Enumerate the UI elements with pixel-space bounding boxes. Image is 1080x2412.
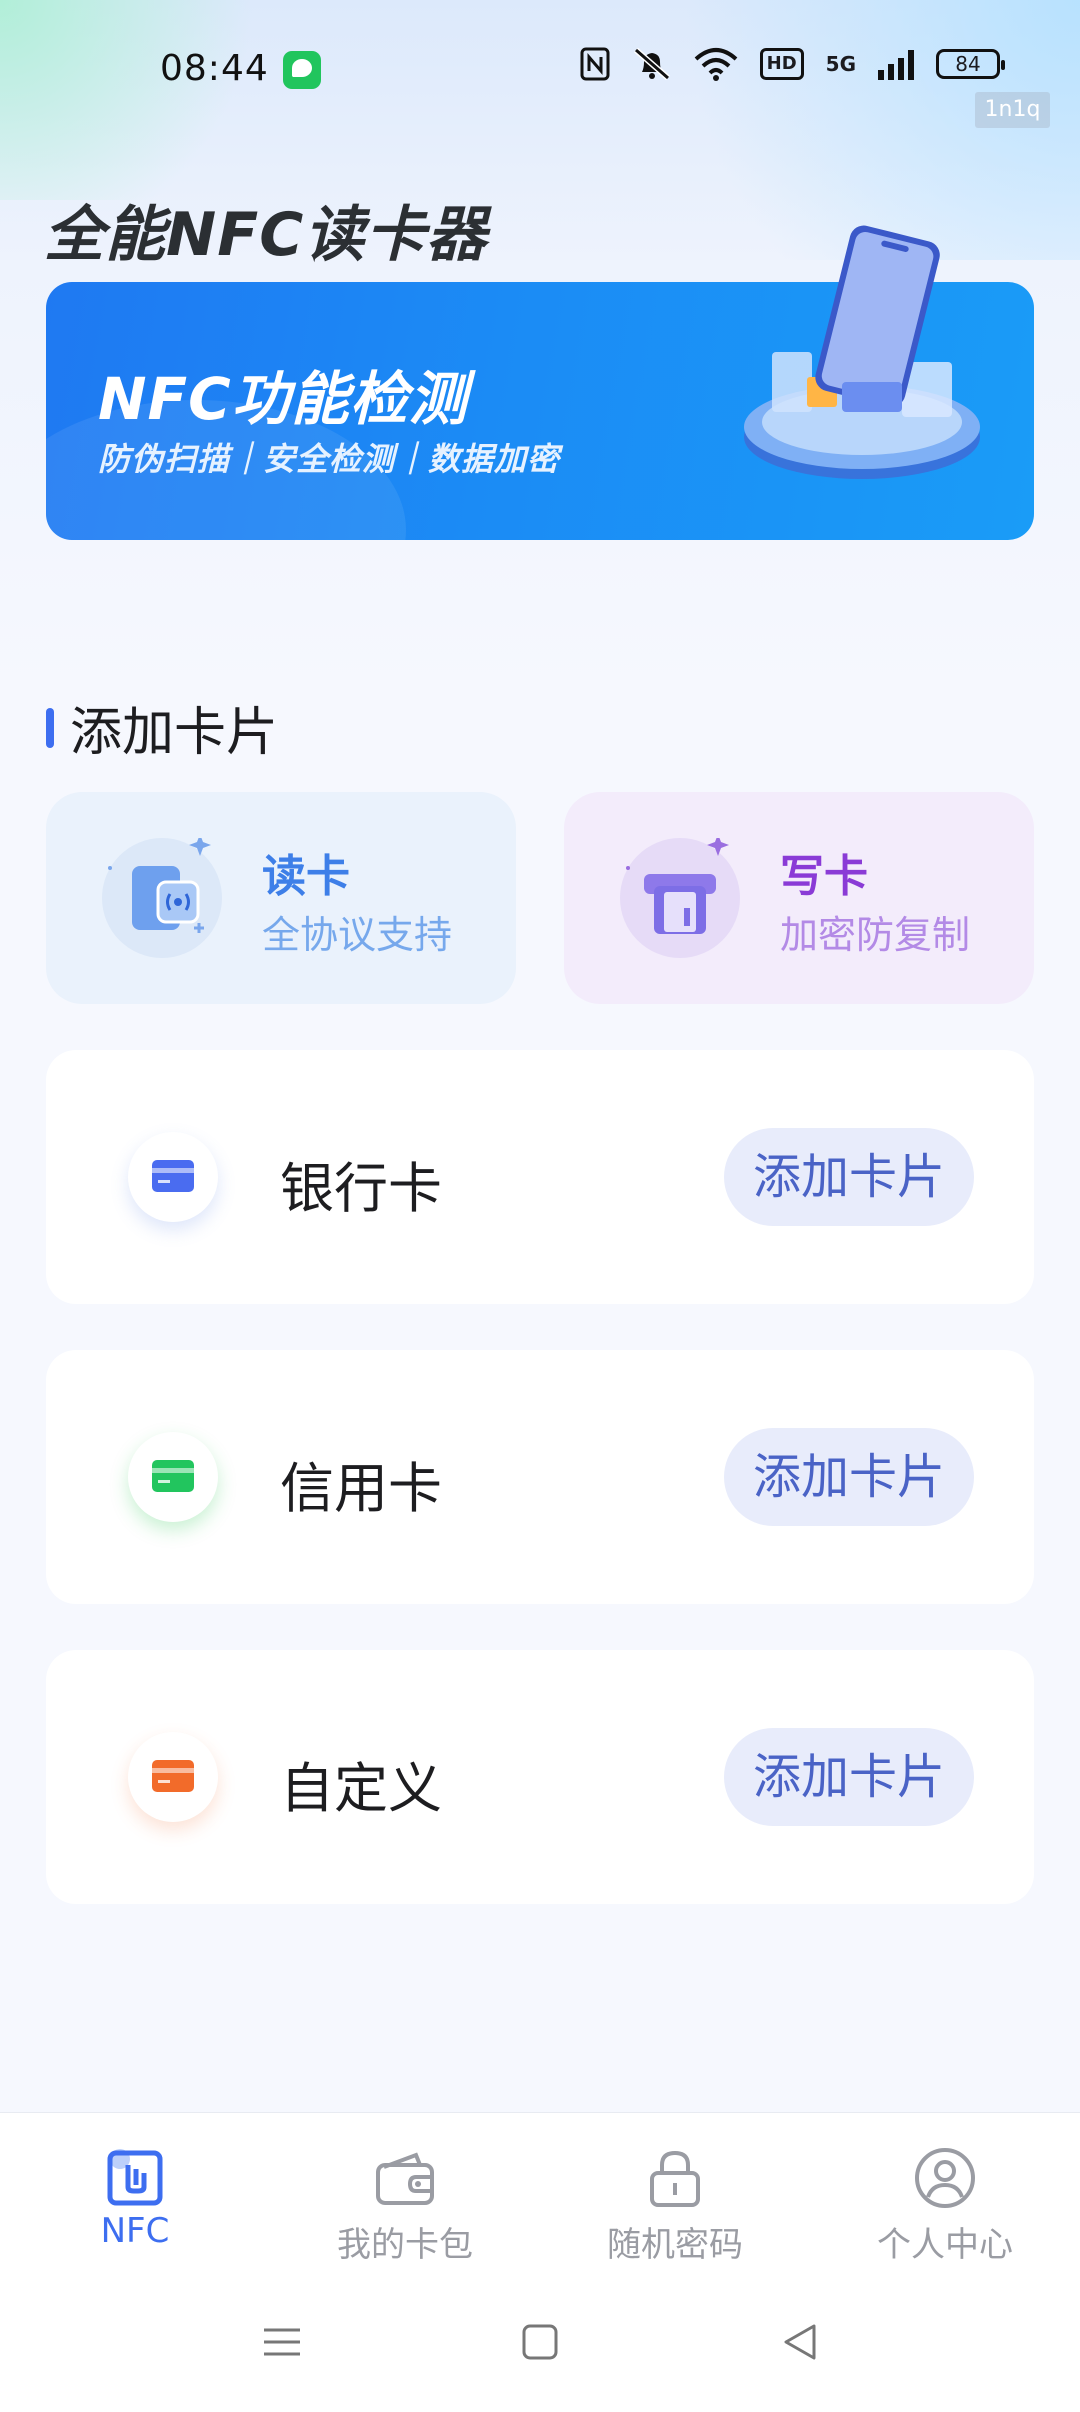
card-name-custom: 自定义 xyxy=(280,1757,442,1820)
banner-subtitle: 防伪扫描｜安全检测｜数据加密 xyxy=(98,440,561,478)
add-bank-card-button[interactable]: 添加卡片 xyxy=(724,1128,974,1226)
write-card-icon-wrap xyxy=(620,834,740,958)
read-card-subtitle: 全协议支持 xyxy=(262,913,453,957)
write-card-subtitle: 加密防复制 xyxy=(780,913,971,957)
bank-card-icon xyxy=(152,1160,194,1192)
credit-card-icon-wrap xyxy=(128,1432,218,1522)
network-type: 5G xyxy=(825,52,856,76)
status-icons: HD 5G 84 xyxy=(580,46,1005,82)
section-title: 添加卡片 xyxy=(70,703,279,763)
lock-icon xyxy=(650,2150,700,2207)
custom-card-icon xyxy=(152,1760,194,1792)
phone-illustration-icon xyxy=(744,225,980,479)
read-card-tile[interactable]: 读卡 全协议支持 xyxy=(46,792,516,1004)
wallet-icon xyxy=(376,2152,434,2205)
nfc-status-icon xyxy=(580,47,610,81)
card-name-bank: 银行卡 xyxy=(280,1157,442,1220)
nav-item-password[interactable]: 随机密码 xyxy=(540,2113,810,2272)
signal-bars-icon xyxy=(878,48,914,80)
user-icon xyxy=(915,2148,975,2208)
write-card-tile[interactable]: 写卡 加密防复制 xyxy=(564,792,1034,1004)
section-header: 添加卡片 xyxy=(46,690,278,765)
add-credit-card-button[interactable]: 添加卡片 xyxy=(724,1428,974,1526)
nav-label-profile: 个人中心 xyxy=(877,2225,1013,2265)
nfc-icon xyxy=(107,2149,163,2206)
add-custom-card-button[interactable]: 添加卡片 xyxy=(724,1728,974,1826)
nav-item-profile[interactable]: 个人中心 xyxy=(810,2113,1080,2272)
banner-title: NFC功能检测 xyxy=(98,365,468,433)
status-time: 08:44 xyxy=(160,48,269,89)
custom-card-icon-wrap xyxy=(128,1732,218,1822)
back-icon[interactable] xyxy=(770,2312,830,2372)
read-card-icon-wrap xyxy=(102,834,222,958)
section-accent-bar xyxy=(46,707,54,748)
battery-indicator: 84 xyxy=(936,49,1005,79)
system-nav-bar xyxy=(0,2272,1080,2412)
bottom-nav: NFC 我的卡包 随机密码 个人中心 xyxy=(0,2112,1080,2272)
nav-item-nfc[interactable]: NFC xyxy=(0,2113,270,2272)
message-app-icon xyxy=(283,51,321,89)
card-write-icon xyxy=(626,834,729,934)
watermark: 1n1q xyxy=(975,92,1050,128)
nav-label-password: 随机密码 xyxy=(607,2225,743,2265)
card-name-credit: 信用卡 xyxy=(280,1457,442,1520)
mute-bell-icon xyxy=(633,47,670,81)
page-title: 全能NFC读卡器 xyxy=(44,200,488,270)
status-bar: 08:44 HD 5G 84 1n1q xyxy=(0,0,1080,140)
nfc-card-read-icon xyxy=(108,834,211,933)
read-card-title: 读卡 xyxy=(262,851,350,902)
home-icon[interactable] xyxy=(510,2312,570,2372)
write-card-title: 写卡 xyxy=(780,851,868,902)
nav-label-nfc: NFC xyxy=(100,2211,170,2251)
card-row-bank: 银行卡 添加卡片 xyxy=(46,1050,1034,1304)
hd-badge: HD xyxy=(759,48,804,80)
wifi-icon xyxy=(694,48,737,81)
bank-card-icon-wrap xyxy=(128,1132,218,1222)
credit-card-icon xyxy=(152,1460,194,1492)
nav-item-wallet[interactable]: 我的卡包 xyxy=(270,2113,540,2272)
card-row-custom: 自定义 添加卡片 xyxy=(46,1650,1034,1904)
card-row-credit: 信用卡 添加卡片 xyxy=(46,1350,1034,1604)
menu-icon[interactable] xyxy=(252,2312,312,2372)
nav-label-wallet: 我的卡包 xyxy=(337,2225,473,2265)
